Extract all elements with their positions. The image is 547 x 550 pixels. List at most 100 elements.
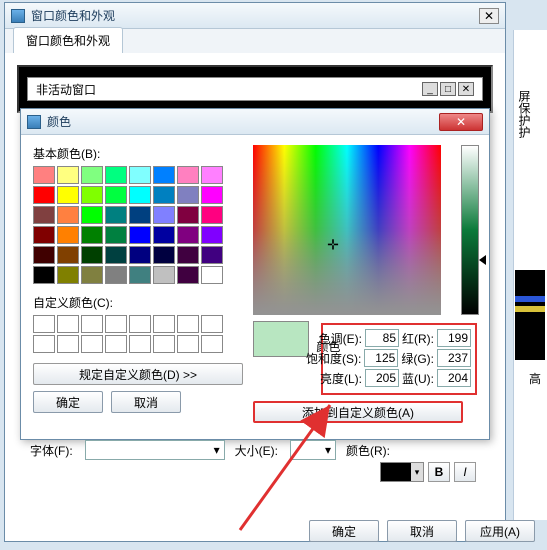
custom-swatch[interactable] xyxy=(33,315,55,333)
blue-input[interactable] xyxy=(437,369,471,387)
italic-button[interactable]: I xyxy=(454,462,476,482)
chevron-down-icon: ▾ xyxy=(411,463,423,481)
basic-swatch[interactable] xyxy=(177,206,199,224)
basic-swatch[interactable] xyxy=(105,186,127,204)
basic-swatch[interactable] xyxy=(129,246,151,264)
side-swatch-black xyxy=(515,270,545,360)
close-icon[interactable]: ✕ xyxy=(458,82,474,96)
basic-swatch[interactable] xyxy=(33,166,55,184)
basic-swatch[interactable] xyxy=(105,206,127,224)
basic-swatch[interactable] xyxy=(129,226,151,244)
basic-swatch[interactable] xyxy=(33,266,55,284)
basic-swatch[interactable] xyxy=(201,266,223,284)
basic-swatch[interactable] xyxy=(153,266,175,284)
basic-swatch[interactable] xyxy=(129,166,151,184)
custom-swatch[interactable] xyxy=(201,315,223,333)
custom-swatch[interactable] xyxy=(33,335,55,353)
final-ok-button[interactable]: 确定 xyxy=(309,520,379,542)
basic-swatch[interactable] xyxy=(33,206,55,224)
basic-swatch[interactable] xyxy=(177,266,199,284)
bold-button[interactable]: B xyxy=(428,462,450,482)
green-input[interactable] xyxy=(437,349,471,367)
basic-swatch[interactable] xyxy=(81,246,103,264)
minimize-icon[interactable]: _ xyxy=(422,82,438,96)
basic-swatch[interactable] xyxy=(57,226,79,244)
basic-swatch[interactable] xyxy=(81,206,103,224)
custom-swatch[interactable] xyxy=(153,335,175,353)
basic-swatch[interactable] xyxy=(81,266,103,284)
custom-swatch[interactable] xyxy=(129,335,151,353)
basic-swatch[interactable] xyxy=(201,186,223,204)
basic-swatch[interactable] xyxy=(81,186,103,204)
basic-swatch[interactable] xyxy=(153,166,175,184)
sat-input[interactable] xyxy=(364,349,398,367)
custom-swatch[interactable] xyxy=(201,335,223,353)
custom-swatch[interactable] xyxy=(81,335,103,353)
basic-swatch[interactable] xyxy=(33,186,55,204)
custom-swatch[interactable] xyxy=(105,335,127,353)
basic-swatch[interactable] xyxy=(105,246,127,264)
color-dialog: 颜色 ✕ 基本颜色(B): 自定义颜色(C): 规定自定义颜色(D) >> 确定… xyxy=(20,108,490,440)
final-apply-button[interactable]: 应用(A) xyxy=(465,520,535,542)
custom-swatch[interactable] xyxy=(81,315,103,333)
chevron-down-icon: ▾ xyxy=(214,443,220,457)
ok-button[interactable]: 确定 xyxy=(33,391,103,413)
custom-swatch[interactable] xyxy=(129,315,151,333)
side-label-high: 高 xyxy=(529,370,541,387)
basic-swatch[interactable] xyxy=(57,186,79,204)
define-custom-button[interactable]: 规定自定义颜色(D) >> xyxy=(33,363,243,385)
hue-input[interactable] xyxy=(365,329,399,347)
basic-swatch[interactable] xyxy=(153,226,175,244)
tab-window-color[interactable]: 窗口颜色和外观 xyxy=(13,27,123,53)
custom-swatch[interactable] xyxy=(177,335,199,353)
custom-swatch[interactable] xyxy=(57,315,79,333)
add-to-custom-button[interactable]: 添加到自定义颜色(A) xyxy=(253,401,463,423)
basic-swatch[interactable] xyxy=(57,166,79,184)
basic-swatch[interactable] xyxy=(177,246,199,264)
cancel-button[interactable]: 取消 xyxy=(111,391,181,413)
basic-swatch[interactable] xyxy=(201,226,223,244)
basic-swatch[interactable] xyxy=(105,266,127,284)
custom-swatch[interactable] xyxy=(57,335,79,353)
red-input[interactable] xyxy=(437,329,471,347)
custom-color-grid xyxy=(33,315,243,353)
side-tab-label: 屏保护护 xyxy=(514,30,535,198)
basic-swatch[interactable] xyxy=(177,166,199,184)
basic-swatch[interactable] xyxy=(105,226,127,244)
lum-input[interactable] xyxy=(365,369,399,387)
maximize-icon[interactable]: □ xyxy=(440,82,456,96)
basic-swatch[interactable] xyxy=(153,246,175,264)
preview-area: 非活动窗口 _ □ ✕ xyxy=(17,65,493,113)
basic-swatch[interactable] xyxy=(105,166,127,184)
luminance-slider[interactable] xyxy=(461,145,479,315)
color-picker-button[interactable]: ▾ xyxy=(380,462,424,482)
custom-swatch[interactable] xyxy=(153,315,175,333)
basic-swatch[interactable] xyxy=(177,226,199,244)
basic-swatch[interactable] xyxy=(129,186,151,204)
basic-swatch[interactable] xyxy=(33,226,55,244)
basic-swatch[interactable] xyxy=(57,206,79,224)
size-combo[interactable]: ▾ xyxy=(290,440,336,460)
custom-swatch[interactable] xyxy=(177,315,199,333)
basic-swatch[interactable] xyxy=(201,206,223,224)
final-cancel-button[interactable]: 取消 xyxy=(387,520,457,542)
window-icon xyxy=(11,9,25,23)
close-icon[interactable]: ✕ xyxy=(479,8,499,24)
basic-swatch[interactable] xyxy=(153,206,175,224)
basic-swatch[interactable] xyxy=(201,166,223,184)
basic-swatch[interactable] xyxy=(33,246,55,264)
basic-swatch[interactable] xyxy=(129,266,151,284)
basic-swatch[interactable] xyxy=(81,166,103,184)
close-button[interactable]: ✕ xyxy=(439,113,483,131)
basic-swatch[interactable] xyxy=(177,186,199,204)
size-label: 大小(E): xyxy=(235,442,278,459)
custom-swatch[interactable] xyxy=(105,315,127,333)
basic-swatch[interactable] xyxy=(81,226,103,244)
color-spectrum[interactable]: ✛ xyxy=(253,145,441,315)
basic-swatch[interactable] xyxy=(57,266,79,284)
basic-swatch[interactable] xyxy=(129,206,151,224)
basic-swatch[interactable] xyxy=(201,246,223,264)
basic-swatch[interactable] xyxy=(153,186,175,204)
basic-swatch[interactable] xyxy=(57,246,79,264)
font-combo[interactable]: ▾ xyxy=(85,440,225,460)
